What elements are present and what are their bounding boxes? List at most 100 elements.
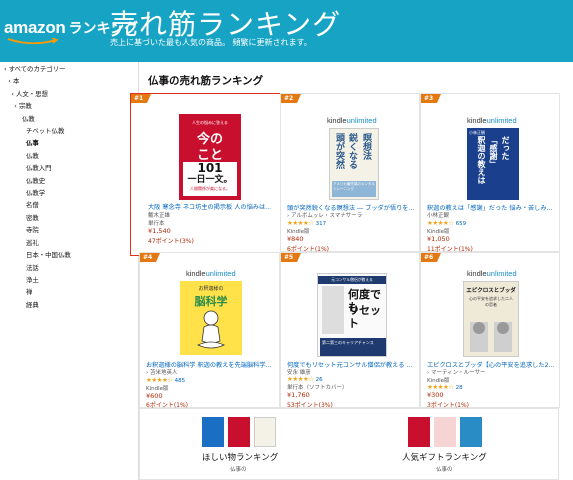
ranking-card-2[interactable]: #2 kindleunlimited 頭が突然 鋭くなる 瞑想法 アメリカ最先端… (280, 93, 420, 253)
kindle-unlimited-label: kindleunlimited (467, 269, 517, 278)
cover-sub: 心の平安を追求した二人の哲者 (469, 296, 513, 307)
book-cover-6[interactable]: エピクロスとブッダ 心の平安を追求した二人の哲者 (463, 281, 519, 357)
ranking-header: amazon ランキング 売れ筋ランキング 売上に基づいた最も人気の商品。 頻繁に… (0, 0, 573, 62)
sidebar-item-japan-china[interactable]: 日本・中国仏教 (0, 249, 138, 261)
book-price: ¥1,540 (148, 227, 171, 235)
cover-white-panel: 101 一日一文。 人間関係が楽になる。 (183, 162, 237, 196)
page-subtitle: 売上に基づいた最も人気の商品。 頻繁に更新されます。 (110, 38, 312, 47)
sidebar-item-pure-land[interactable]: 浄土 (0, 274, 138, 286)
sidebar-item-bukkyo[interactable]: 仏教 (0, 150, 138, 162)
cover-line: お釈迦様の (198, 286, 224, 292)
rank-badge: #4 (140, 253, 161, 262)
gift-book-thumb[interactable] (408, 417, 430, 447)
book-cover-5[interactable]: 元コンサル僧侶が教える 何度でも リセット 第二第三のキャリアチャンス (317, 273, 387, 357)
sidebar-item-buddhism[interactable]: 仏教 (0, 113, 138, 125)
book-points: 47ポイント(3%) (148, 238, 194, 245)
cover-line: リセット (348, 304, 381, 330)
sidebar-item-books[interactable]: ‹ 本 (0, 75, 138, 87)
cover-line: 釈迦の教えは (477, 136, 486, 184)
sidebar-item-buddhism-intro[interactable]: 仏教入門 (0, 162, 138, 174)
cover-line: 鋭くなる (347, 133, 357, 169)
sidebar-item-all-categories[interactable]: ‹ すべてのカテゴリー (0, 63, 138, 75)
cover-line: 脳科学 (194, 295, 228, 308)
sidebar-item-buddhist-studies[interactable]: 仏教学 (0, 187, 138, 199)
rank-badge: #6 (421, 253, 442, 262)
review-count: 659 (455, 221, 467, 227)
book-price: ¥300 (427, 391, 444, 399)
philosopher-statues-icon (470, 322, 512, 352)
cover-sub: 第二第三のキャリアチャンス (320, 338, 386, 356)
wishlist-ranking-category: 仏事の (230, 467, 247, 473)
rank-badge: #1 (131, 94, 152, 103)
star-rating[interactable]: ★★★★☆ 28 (427, 383, 463, 391)
cover-line: だった (501, 136, 510, 160)
book-author[interactable]: › マーティン・ルーサー (427, 368, 486, 376)
book-price: ¥1,050 (427, 235, 450, 243)
sidebar-item-religion[interactable]: ‹ 宗教 (0, 100, 138, 112)
kindle-unlimited-label: kindleunlimited (327, 116, 377, 125)
sidebar-item-temples[interactable]: 寺院 (0, 224, 138, 236)
cover-sub: 人間関係が楽になる。 (190, 186, 230, 191)
category-ranking-title: 仏事の売れ筋ランキング (148, 75, 264, 87)
amazon-smile-icon (7, 38, 59, 45)
star-rating[interactable]: ★★★★☆ 317 (287, 219, 326, 227)
book-price: ¥600 (146, 392, 163, 400)
book-cover-2[interactable]: 頭が突然 鋭くなる 瞑想法 アメリカ最先端のメンタルトレーニング (329, 128, 379, 200)
sidebar-item-sermons[interactable]: 法話 (0, 262, 138, 274)
ranking-card-3[interactable]: #3 kindleunlimited 小林正観 釈迦の教えは 「感謝」 だった … (420, 93, 560, 253)
sidebar-item-zen[interactable]: 禅 (0, 286, 138, 298)
ranking-card-1[interactable]: #1 人生の悩みに答える 今の こと 101 一日一文。 人間関係が楽になる。 … (130, 93, 291, 256)
rank-badge: #5 (281, 253, 302, 262)
sidebar-item-pilgrimage[interactable]: 巡礼 (0, 237, 138, 249)
cover-line: エピクロスとブッダ (466, 288, 516, 294)
other-rankings-block: ほしい物ランキング 仏事の 人気ギフトランキング 仏事の (139, 408, 559, 480)
cover-line: 一日一文。 (187, 175, 233, 185)
cover-top-text: 人生の悩みに答える (192, 120, 228, 125)
sidebar-item-famous-monks[interactable]: 名僧 (0, 199, 138, 211)
book-author[interactable]: › 苫米地英人 (146, 368, 177, 376)
sidebar-item-humanities[interactable]: ‹ 人文・思想 (0, 88, 138, 100)
category-sidebar: ‹ すべてのカテゴリー ‹ 本 ‹ 人文・思想 ‹ 宗教 仏教 チベット仏教 仏事 仏… (0, 62, 138, 480)
kindle-unlimited-label: kindleunlimited (186, 269, 236, 278)
book-cover-3[interactable]: 小林正観 釈迦の教えは 「感謝」 だった (467, 128, 519, 200)
ranking-card-5[interactable]: #5 元コンサル僧侶が教える 何度でも リセット 第二第三のキャリアチャンス 何… (280, 252, 420, 409)
sidebar-item-esoteric[interactable]: 密教 (0, 212, 138, 224)
sidebar-item-tibetan-buddhism[interactable]: チベット仏教 (0, 125, 138, 137)
star-rating[interactable]: ★★★★☆ 659 (427, 219, 466, 227)
cover-line: 101 (197, 161, 223, 175)
book-format: Kindle版 (146, 386, 169, 392)
gift-ranking-category: 仏事の (436, 467, 453, 473)
sidebar-item-sutras[interactable]: 経典 (0, 299, 138, 311)
author-photo (322, 286, 344, 334)
wishlist-book-thumb[interactable] (254, 417, 276, 447)
book-format: Kindle版 (427, 229, 450, 235)
book-author[interactable]: 小林正観 (427, 211, 449, 219)
star-rating[interactable]: ★★★★☆ 26 (287, 375, 323, 383)
book-cover-1[interactable]: 人生の悩みに答える 今の こと 101 一日一文。 人間関係が楽になる。 (179, 114, 241, 200)
sidebar-item-buddhism-history[interactable]: 仏教史 (0, 175, 138, 187)
cover-sub: アメリカ最先端のメンタルトレーニング (332, 181, 376, 197)
wishlist-book-thumb[interactable] (228, 417, 250, 447)
book-price: ¥1,760 (287, 391, 310, 399)
star-rating[interactable]: ★★★★☆ 485 (146, 376, 185, 384)
book-price: ¥840 (287, 235, 304, 243)
gift-book-thumb[interactable] (460, 417, 482, 447)
gift-ranking-link[interactable]: 人気ギフトランキング (402, 451, 487, 463)
ranking-card-6[interactable]: #6 kindleunlimited エピクロスとブッダ 心の平安を追求した二人… (420, 252, 560, 409)
cover-line: 「感謝」 (489, 136, 498, 168)
book-format: 単行本（ソフトカバー） (287, 385, 348, 391)
wishlist-book-thumb[interactable] (202, 417, 224, 447)
wishlist-ranking-link[interactable]: ほしい物ランキング (202, 451, 278, 463)
book-cover-4[interactable]: お釈迦様の 脳科学 (180, 281, 242, 355)
logo-amazon-text: amazon (4, 18, 66, 37)
gift-book-thumb[interactable] (434, 417, 456, 447)
ranking-card-4[interactable]: #4 kindleunlimited お釈迦様の 脳科学 お釈迦様の脳科学 釈迦… (139, 252, 280, 409)
cover-line: 頭が突然 (334, 133, 344, 169)
review-count: 28 (455, 385, 463, 391)
sidebar-item-butsuji-selected: 仏事 (26, 139, 39, 148)
book-title-link[interactable]: 大阪 寒念寺 ネコ坊主の掲示板 人の悩みは... (148, 202, 288, 211)
meditating-figure-icon (197, 310, 225, 349)
review-count: 485 (174, 378, 186, 384)
kindle-unlimited-label: kindleunlimited (467, 116, 517, 125)
book-author[interactable]: › アルボムッレ・スマナサーラ (287, 211, 362, 219)
